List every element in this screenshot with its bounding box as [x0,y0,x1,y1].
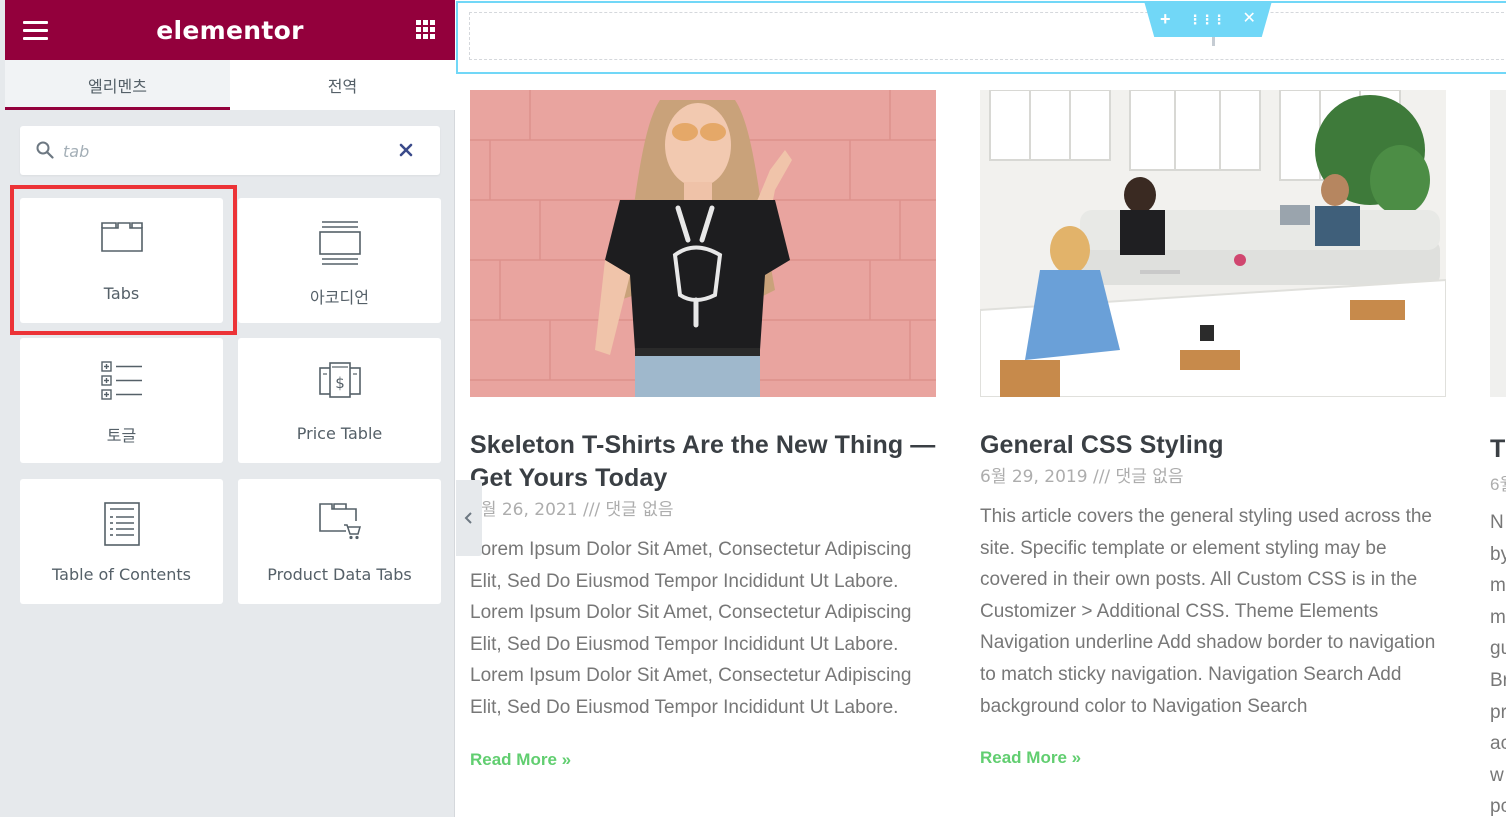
widget-label: 아코디언 [310,288,369,307]
menu-icon[interactable] [23,21,48,40]
product-data-tabs-icon [318,503,361,540]
post-thumbnail[interactable] [980,90,1446,397]
section-handle: + ⋮⋮⋮ ✕ [1144,1,1272,37]
excerpt-fragment: N [1490,512,1504,533]
post-meta-partial: 6월 [1490,475,1506,494]
table-of-contents-icon [103,502,140,546]
post-card-partial: T 6월 N by m m gu Br pr ac w pc [1490,90,1506,817]
read-more-link[interactable]: Read More » [470,750,571,770]
post-card: Skeleton T-Shirts Are the New Thing — Ge… [470,90,936,770]
widget-price-table[interactable]: $ Price Table [238,338,441,463]
clear-search-icon[interactable] [398,142,414,158]
widget-label: Tabs [103,284,140,303]
excerpt-fragment: gu [1490,638,1506,660]
toggle-icon [100,361,142,400]
post-title[interactable]: General CSS Styling [980,429,1446,462]
post-meta: 6월 29, 2019 /// 댓글 없음 [980,467,1184,487]
post-title[interactable]: Skeleton T-Shirts Are the New Thing — Ge… [470,429,936,495]
excerpt-fragment: Br [1490,669,1506,691]
search-icon [36,141,54,159]
delete-section-icon[interactable]: ✕ [1243,11,1256,27]
excerpt-fragment: pc [1490,796,1506,817]
excerpt-fragment: m [1490,606,1506,628]
excerpt-fragment: ac [1490,733,1506,755]
post-excerpt-partial: N by m m gu Br pr ac w pc [1490,507,1506,817]
widget-label: Table of Contents [52,565,191,584]
panel-tabs: 엘리멘츠 전역 [5,60,455,110]
price-table-icon: $ [318,362,361,398]
elementor-logo: elementor [156,15,304,45]
excerpt-fragment: w [1490,764,1504,786]
post-title-partial[interactable]: T [1490,435,1506,464]
post-meta: 4월 26, 2021 /// 댓글 없음 [470,500,674,520]
widgets-grid-icon[interactable] [416,20,436,40]
collapse-panel-button[interactable] [456,480,482,556]
post-excerpt: This article covers the general styling … [980,506,1436,717]
post-excerpt: Lorem Ipsum Dolor Sit Amet, Consectetur … [470,539,912,718]
post-card: General CSS Styling 6월 29, 2019 /// 댓글 없… [980,90,1446,768]
widget-tabs[interactable]: Tabs [20,198,223,323]
add-section-icon[interactable]: + [1160,10,1171,28]
widget-label: 토글 [106,426,137,445]
widget-toggle[interactable]: 토글 [20,338,223,463]
tab-elements[interactable]: 엘리멘츠 [5,60,230,110]
excerpt-fragment: m [1490,575,1506,597]
section-handle-tail [1212,37,1215,46]
tab-global[interactable]: 전역 [230,60,455,110]
widget-search [20,126,440,175]
widget-accordion[interactable]: 아코디언 [238,198,441,323]
accordion-icon [318,221,361,265]
post-thumbnail-partial[interactable] [1490,90,1506,397]
section-drop-area[interactable] [469,12,1506,60]
widget-product-data-tabs[interactable]: Product Data Tabs [238,479,441,604]
post-thumbnail[interactable] [470,90,936,397]
editor-panel: elementor 엘리멘츠 전역 Tabs [0,0,455,817]
excerpt-fragment: pr [1490,701,1506,723]
tabs-icon [100,222,143,252]
chevron-left-icon [464,512,472,524]
widget-label: Price Table [296,424,383,443]
widget-label: Product Data Tabs [267,565,412,584]
read-more-link[interactable]: Read More » [980,748,1081,768]
panel-header: elementor [5,0,455,60]
drag-section-icon[interactable]: ⋮⋮⋮ [1189,13,1226,26]
search-input[interactable] [63,138,383,164]
editor-canvas: + ⋮⋮⋮ ✕ Skeleton T-Shirts Are the New Th… [456,0,1506,817]
widget-table-of-contents[interactable]: Table of Contents [20,479,223,604]
excerpt-fragment: by [1490,543,1506,565]
svg-text:$: $ [335,374,345,392]
